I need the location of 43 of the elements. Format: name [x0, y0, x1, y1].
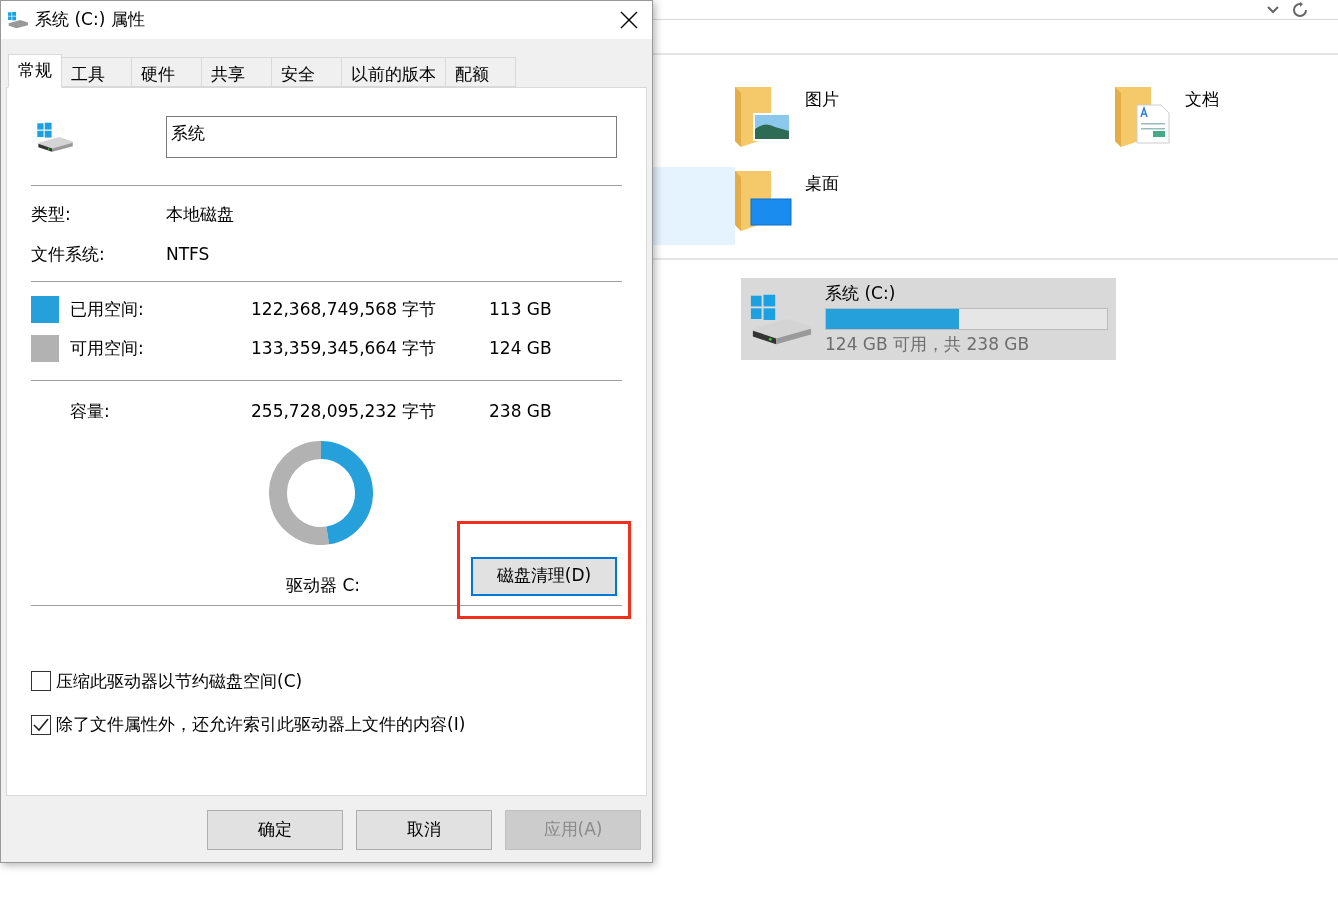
space-bytes: 133,359,345,664 字节 [251, 336, 438, 360]
checkbox-label[interactable]: 除了文件属性外，还允许索引此驱动器上文件的内容(I) [56, 712, 466, 738]
chevron-down-icon[interactable] [1266, 4, 1280, 15]
dialog-button[interactable]: 确定 [207, 810, 343, 850]
info-label: 类型: [31, 203, 72, 226]
close-icon[interactable] [620, 11, 638, 29]
tab[interactable]: 以前的版本 [342, 57, 446, 87]
drive-caption: 124 GB 可用，共 238 GB [825, 333, 1031, 356]
folder-label[interactable]: 桌面 [805, 171, 839, 197]
capacity-label: 容量: [70, 400, 111, 423]
tab[interactable]: 配额 [446, 57, 516, 87]
capacity-size: 238 GB [489, 400, 552, 423]
folder-label[interactable]: 文档 [1185, 87, 1219, 113]
checkbox-label[interactable]: 压缩此驱动器以节约磁盘空间(C) [56, 668, 303, 694]
tab[interactable]: 安全 [272, 57, 342, 87]
desktop-folder-icon [735, 169, 793, 231]
folder-label[interactable]: 图片 [805, 87, 839, 113]
capacity-bytes: 255,728,095,232 字节 [251, 400, 438, 423]
space-size: 113 GB [489, 297, 552, 321]
tab[interactable]: 工具 [62, 57, 132, 87]
drive-tile[interactable]: 系统 (C:) 124 GB 可用，共 238 GB [741, 278, 1116, 360]
tab[interactable]: 常规 [8, 54, 62, 88]
dialog-button[interactable]: 取消 [356, 810, 492, 850]
checkbox[interactable] [31, 671, 51, 692]
tab[interactable]: 硬件 [132, 57, 202, 87]
info-value: NTFS [166, 242, 210, 266]
info-value: 本地磁盘 [166, 203, 234, 226]
space-label: 可用空间: [70, 336, 145, 360]
space-bytes: 122,368,749,568 字节 [251, 297, 438, 321]
drive-icon [5, 11, 31, 29]
document-folder-icon [1115, 85, 1173, 147]
drive-label: 驱动器 C: [286, 573, 360, 597]
refresh-icon[interactable] [1292, 1, 1308, 18]
space-size: 124 GB [489, 336, 552, 360]
volume-name-field[interactable]: 系统 [166, 115, 617, 158]
drive-name: 系统 (C:) [825, 281, 897, 305]
info-label: 文件系统: [31, 242, 106, 266]
disk-cleanup-button[interactable]: 磁盘清理(D) [471, 556, 617, 596]
checkbox[interactable] [31, 714, 51, 735]
space-label: 已用空间: [70, 297, 145, 321]
checkmark-icon [33, 717, 49, 732]
tab[interactable]: 共享 [202, 57, 272, 87]
window-title: 系统 (C:) 属性 [35, 8, 145, 32]
